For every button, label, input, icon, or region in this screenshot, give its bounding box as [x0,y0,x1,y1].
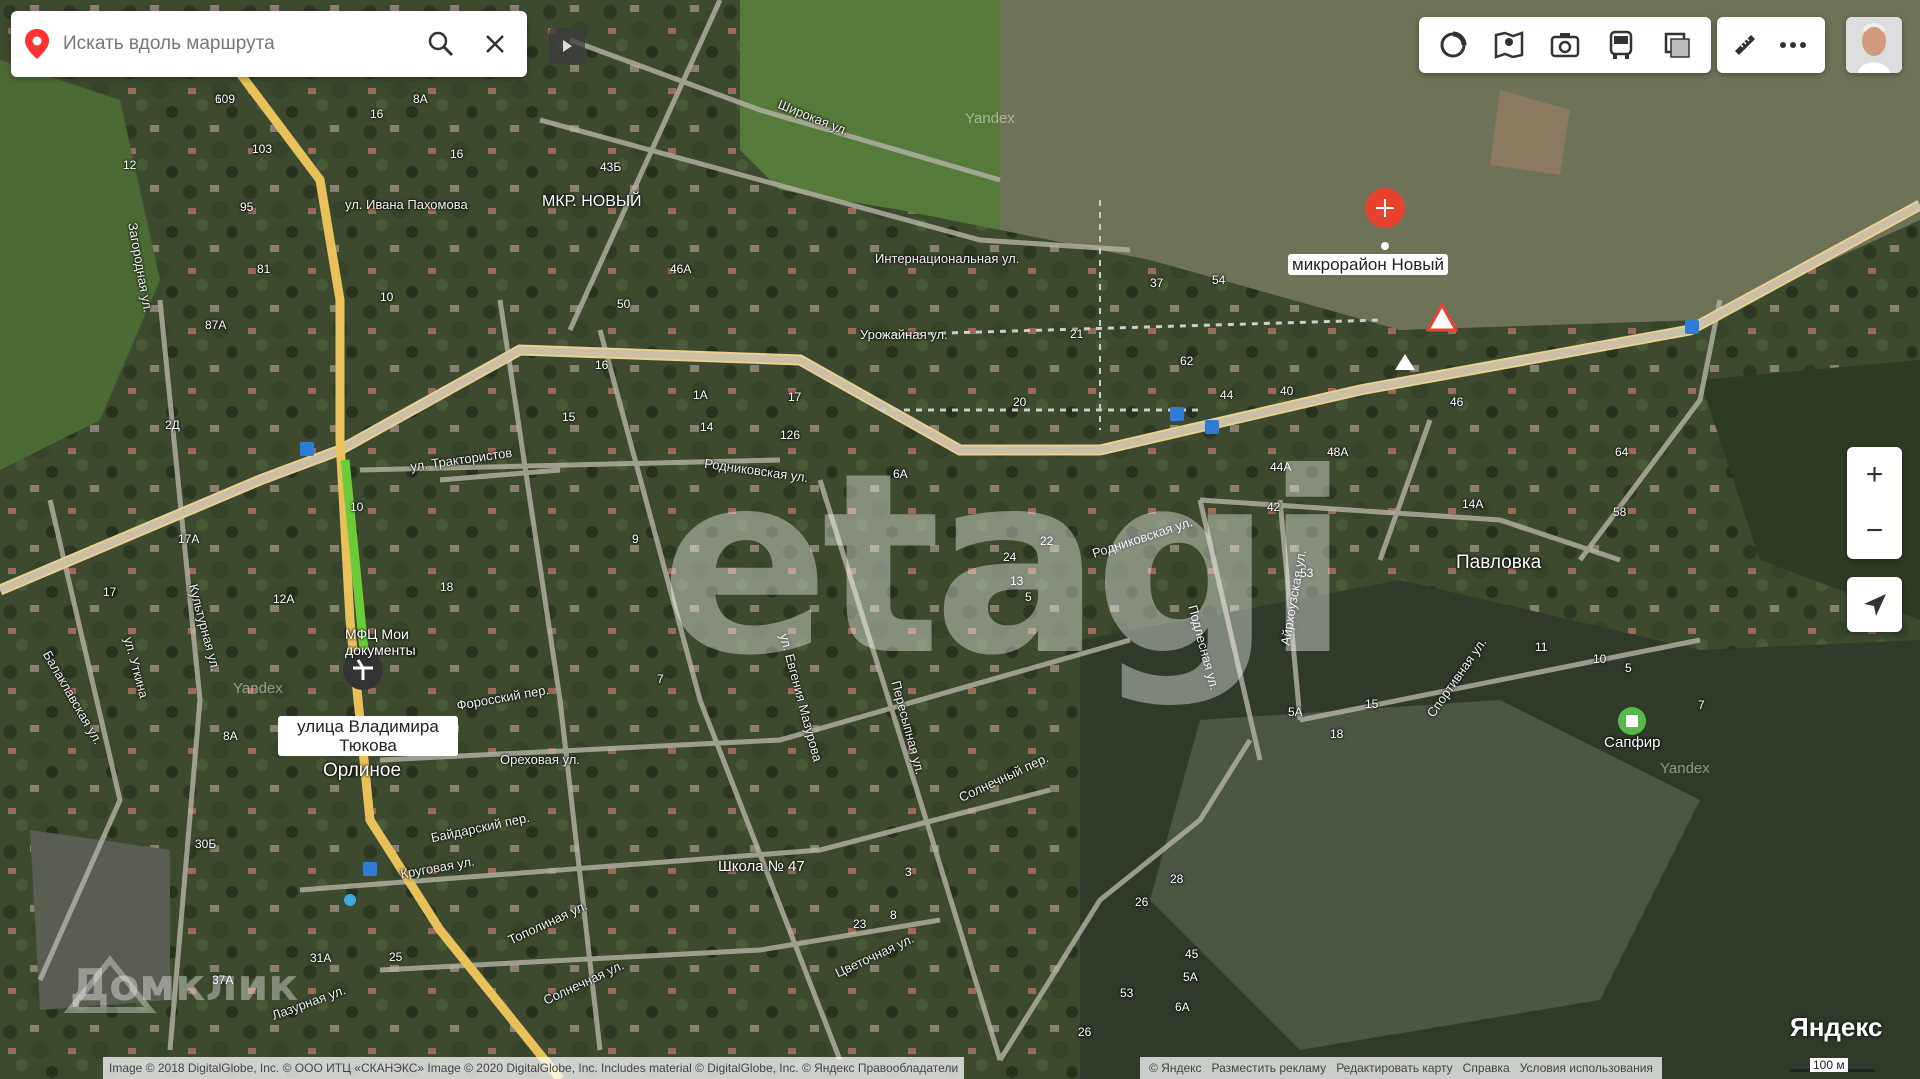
zoom-control: + − [1847,447,1902,559]
search-icon[interactable] [421,24,461,64]
footer-link-terms[interactable]: Условия использования [1520,1061,1653,1075]
footer-link-edit-map[interactable]: Редактировать карту [1336,1061,1452,1075]
yandex-watermark: Yandex [1660,760,1710,777]
zoom-in-button[interactable]: + [1847,447,1902,503]
more-icon[interactable] [1769,17,1817,73]
yandex-watermark: Yandex [965,110,1015,127]
close-icon[interactable] [475,24,515,64]
user-avatar[interactable] [1846,17,1902,73]
footer-links: © Яндекс Разместить рекламу Редактироват… [1140,1057,1662,1079]
footer-link-yandex[interactable]: © Яндекс [1149,1061,1202,1075]
scale-bar: 100 м [1790,1057,1875,1077]
layers-icon[interactable] [1649,17,1705,73]
copyright-text: Image © 2018 DigitalGlobe, Inc. © ООО ИТ… [103,1057,965,1079]
location-pin-icon [23,24,51,64]
yandex-logo[interactable]: Яндекс [1790,1012,1883,1043]
traffic-icon[interactable] [1425,17,1481,73]
play-arrow-icon [563,40,572,52]
domclick-watermark: Домклик [70,960,299,1011]
etagi-watermark: etagi [660,419,1350,710]
transport-icon[interactable] [1593,17,1649,73]
panorama-icon[interactable] [1481,17,1537,73]
navigation-arrow-icon [1863,593,1886,616]
yandex-watermark: Yandex [233,680,283,697]
collapse-panel-button[interactable] [549,28,585,64]
ruler-icon[interactable] [1721,17,1769,73]
photo-icon[interactable] [1537,17,1593,73]
tools-toolbar [1717,17,1825,73]
footer-link-advertise[interactable]: Разместить рекламу [1212,1061,1327,1075]
search-box[interactable] [11,11,527,77]
footer-link-help[interactable]: Справка [1463,1061,1510,1075]
search-input[interactable] [61,32,385,56]
layers-toolbar [1419,17,1711,73]
zoom-out-button[interactable]: − [1847,503,1902,559]
scale-label: 100 м [1810,1058,1848,1072]
geolocation-button[interactable] [1847,577,1902,632]
